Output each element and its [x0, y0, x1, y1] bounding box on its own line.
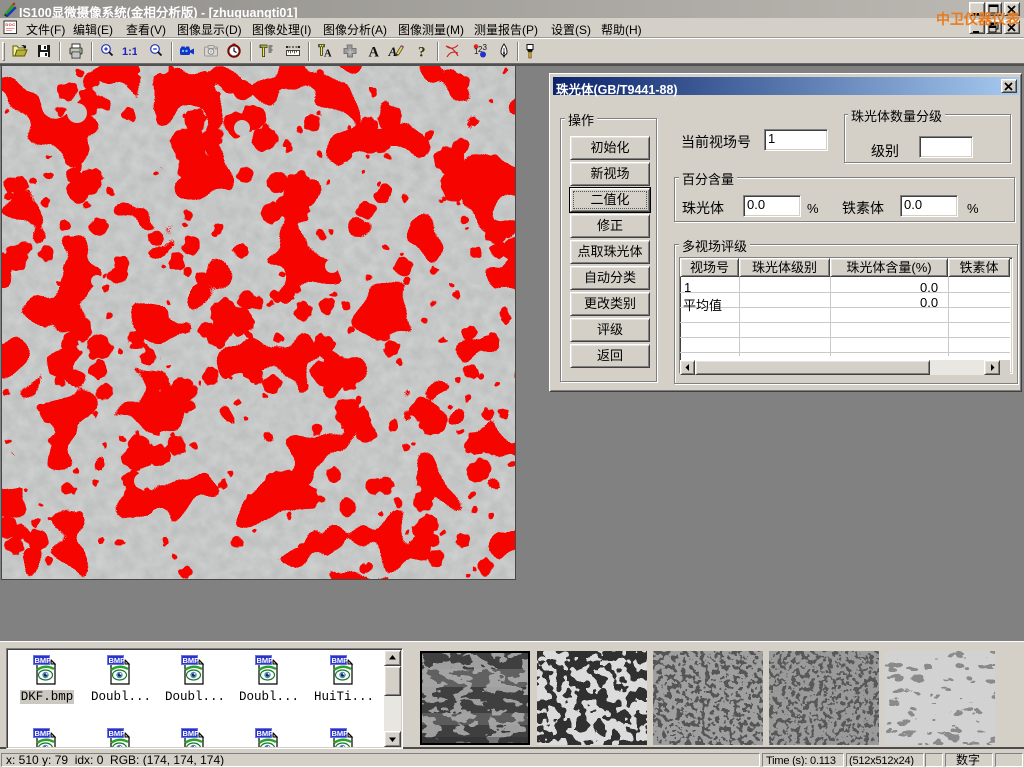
svg-text:A: A	[324, 49, 332, 60]
svg-text:3: 3	[483, 43, 488, 52]
svg-text:DOC: DOC	[5, 22, 15, 27]
svg-text:BMP: BMP	[109, 656, 126, 665]
svg-text:BMP: BMP	[332, 656, 349, 665]
svg-text:1:1: 1:1	[122, 46, 137, 58]
svg-text:BMP: BMP	[35, 656, 52, 665]
svg-text:BMP: BMP	[35, 729, 52, 738]
svg-text:BMP: BMP	[257, 729, 274, 738]
svg-text:BMP: BMP	[183, 729, 200, 738]
svg-text:?: ?	[418, 45, 426, 60]
svg-text:BMP: BMP	[183, 656, 200, 665]
svg-text:BMP: BMP	[332, 729, 349, 738]
svg-text:BMP: BMP	[257, 656, 274, 665]
svg-text:A: A	[369, 45, 380, 60]
svg-text:BMP: BMP	[109, 729, 126, 738]
svg-text:A: A	[388, 44, 398, 59]
